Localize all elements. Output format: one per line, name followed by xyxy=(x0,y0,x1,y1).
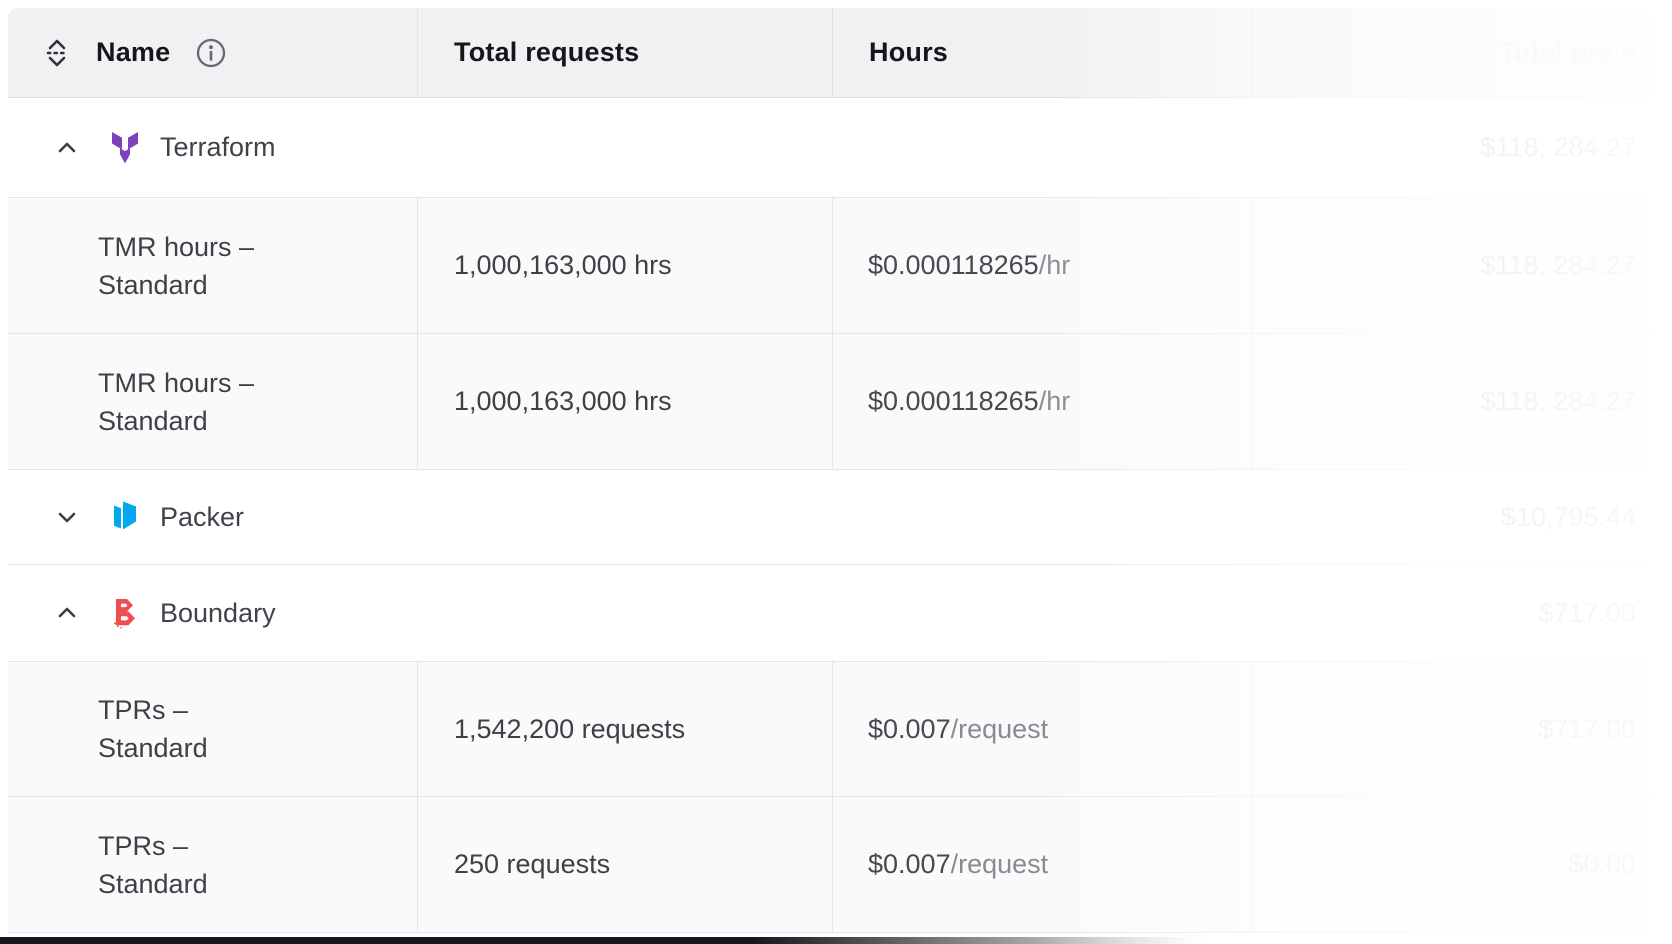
item-total-requests-cell: 250 requests xyxy=(417,797,832,932)
item-total-price: $717.00 xyxy=(1252,662,1650,796)
column-header-total-requests: Total requests xyxy=(454,37,639,68)
group-row-packer-label-cell: Packer xyxy=(8,470,1252,564)
item-total-requests-cell: 1,542,200 requests xyxy=(417,662,832,796)
item-name-cell: TPRs – Standard xyxy=(8,662,417,796)
table-row: TMR hours – Standard 1,000,163,000 hrs $… xyxy=(8,334,1650,470)
table-header-row: Name Total requests Hours Total price xyxy=(8,8,1650,98)
group-total-price: $10,795.44 xyxy=(1252,470,1650,564)
usage-pricing-table: Name Total requests Hours Total price xyxy=(8,8,1650,933)
item-total-price: $118, 284.27 xyxy=(1252,334,1650,469)
group-total-price: $717.00 xyxy=(1252,565,1650,661)
chevron-up-icon[interactable] xyxy=(52,600,82,626)
group-row-label: Boundary xyxy=(160,598,276,629)
packer-logo xyxy=(108,501,142,533)
terraform-logo xyxy=(108,131,142,165)
reorder-sort-icon[interactable] xyxy=(42,35,72,71)
item-name-cell: TMR hours – Standard xyxy=(8,334,417,469)
chevron-up-icon[interactable] xyxy=(52,135,82,161)
bottom-cutoff-bar xyxy=(0,937,1672,944)
info-icon[interactable] xyxy=(194,36,228,70)
group-row-label: Terraform xyxy=(160,132,276,163)
table-row: TPRs – Standard 1,542,200 requests $0.00… xyxy=(8,662,1650,797)
group-total-price: $118, 284.27 xyxy=(1252,98,1650,197)
group-row-boundary[interactable]: Boundary $717.00 xyxy=(8,565,1650,662)
group-row-terraform-label-cell: Terraform xyxy=(8,98,1252,197)
item-total-requests-cell: 1,000,163,000 hrs xyxy=(417,198,832,333)
usage-pricing-screen: Name Total requests Hours Total price xyxy=(0,0,1672,944)
chevron-down-icon[interactable] xyxy=(52,504,82,530)
item-rate-cell: $0.007/request xyxy=(832,797,1252,932)
item-total-requests-cell: 1,000,163,000 hrs xyxy=(417,334,832,469)
column-header-name: Name xyxy=(96,37,170,68)
column-header-name-cell: Name xyxy=(8,8,417,97)
column-header-total-price: Total price xyxy=(1499,37,1636,68)
boundary-logo xyxy=(108,597,142,629)
group-row-terraform[interactable]: Terraform $118, 284.27 xyxy=(8,98,1650,198)
group-row-boundary-label-cell: Boundary xyxy=(8,565,1252,661)
item-rate-cell: $0.007/request xyxy=(832,662,1252,796)
table-row: TPRs – Standard 250 requests $0.007/requ… xyxy=(8,797,1650,933)
column-header-total-price-cell: Total price xyxy=(1252,8,1650,97)
table-row: TMR hours – Standard 1,000,163,000 hrs $… xyxy=(8,198,1650,334)
column-header-total-requests-cell: Total requests xyxy=(417,8,832,97)
item-total-price: $0.00 xyxy=(1252,797,1650,932)
group-row-label: Packer xyxy=(160,502,244,533)
group-row-packer[interactable]: Packer $10,795.44 xyxy=(8,470,1650,565)
item-name-cell: TMR hours – Standard xyxy=(8,198,417,333)
item-total-price: $118, 284.27 xyxy=(1252,198,1650,333)
item-name-cell: TPRs – Standard xyxy=(8,797,417,932)
item-rate-cell: $0.000118265/hr xyxy=(832,198,1252,333)
column-header-hours: Hours xyxy=(869,37,948,68)
column-header-hours-cell: Hours xyxy=(832,8,1252,97)
item-rate-cell: $0.000118265/hr xyxy=(832,334,1252,469)
